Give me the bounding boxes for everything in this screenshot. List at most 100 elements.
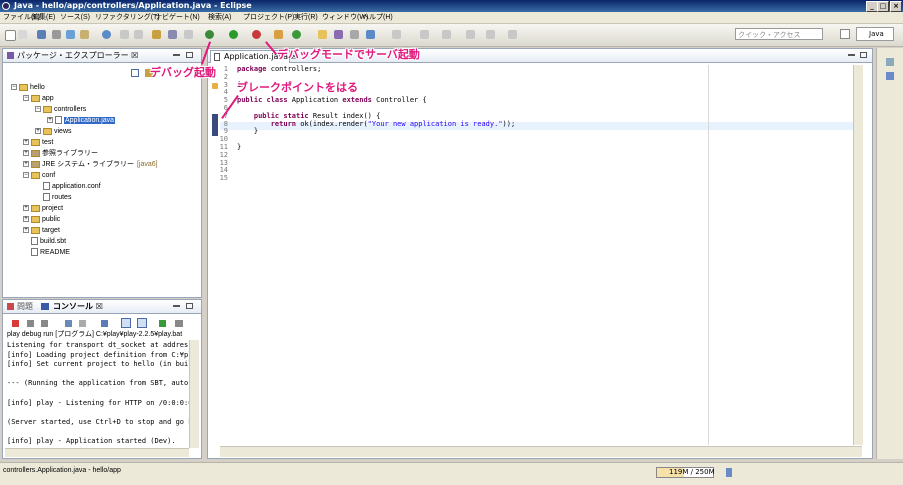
pin-icon[interactable]	[152, 30, 161, 39]
tree-item[interactable]: + target	[23, 226, 60, 236]
menu-item[interactable]: 実行(R)	[294, 12, 318, 23]
menu-item[interactable]: プロジェクト(P)	[243, 12, 294, 23]
nav-forward-icon[interactable]	[486, 30, 495, 39]
open-console-icon[interactable]	[137, 318, 147, 328]
minimize-view-icon[interactable]	[173, 54, 180, 56]
menu-item[interactable]: ヘルプ(H)	[362, 12, 393, 23]
collapse-all-icon[interactable]	[131, 69, 139, 77]
maximize-console-icon[interactable]	[186, 303, 193, 309]
clear-console-icon[interactable]	[79, 320, 86, 327]
edit-icon[interactable]	[366, 30, 375, 39]
tree-item[interactable]: build.sbt	[23, 237, 66, 247]
minimize-console-icon[interactable]	[173, 305, 180, 307]
back-icon[interactable]	[420, 30, 429, 39]
expand-toggle-icon[interactable]: +	[47, 117, 53, 124]
terminate-icon[interactable]	[12, 320, 19, 327]
tab-console[interactable]: コンソール ☒	[53, 301, 103, 312]
tasks-icon[interactable]	[80, 30, 89, 39]
editor-scrollbar[interactable]	[853, 65, 863, 445]
menu-item[interactable]: 検索(A)	[208, 12, 231, 23]
next-annotation-icon[interactable]	[120, 30, 129, 39]
tree-item[interactable]: + views	[35, 127, 72, 137]
search-icon[interactable]	[102, 30, 111, 39]
tree-item[interactable]: + Application.java	[47, 116, 116, 126]
outline-icon[interactable]	[886, 58, 894, 66]
folder-icon	[31, 171, 40, 179]
tree-item[interactable]: + test	[23, 138, 53, 148]
console-h-scrollbar[interactable]	[5, 448, 189, 457]
pin-console-icon[interactable]	[101, 320, 108, 327]
tree-item[interactable]: + 参照ライブラリー	[23, 149, 98, 159]
expand-toggle-icon[interactable]: +	[23, 205, 29, 212]
expand-toggle-icon[interactable]: −	[35, 106, 41, 113]
expand-toggle-icon[interactable]: +	[23, 227, 29, 234]
tree-item[interactable]: − controllers	[35, 105, 86, 115]
expand-toggle-icon[interactable]: +	[23, 161, 29, 168]
open-task-icon[interactable]	[334, 30, 343, 39]
annotation-debug-server: デバッグモードでサーバ起動	[277, 48, 420, 61]
task-list-icon[interactable]	[886, 72, 894, 80]
quick-access-input[interactable]: クイック・アクセス	[735, 28, 823, 40]
maximize-view-icon[interactable]	[186, 52, 193, 58]
scroll-lock-icon[interactable]	[65, 320, 72, 327]
new-console-icon[interactable]	[159, 320, 166, 327]
console-view-menu-icon[interactable]	[175, 320, 183, 327]
prev-annotation-icon[interactable]	[134, 30, 143, 39]
garbage-collect-icon[interactable]	[726, 468, 732, 477]
heap-status[interactable]: 119M / 250M	[656, 467, 715, 478]
problems-icon	[7, 303, 14, 310]
pin-editor-icon[interactable]	[508, 30, 517, 39]
tree-item[interactable]: application.conf	[35, 182, 101, 192]
console-scrollbar[interactable]	[189, 340, 199, 448]
open-file-icon[interactable]	[350, 30, 359, 39]
save-icon[interactable]	[37, 30, 46, 39]
toggle-breadcrumb-icon[interactable]	[168, 30, 177, 39]
mark-icon[interactable]	[184, 30, 193, 39]
tree-item[interactable]: − conf	[23, 171, 55, 181]
expand-toggle-icon[interactable]: −	[23, 172, 29, 179]
package-explorer-tab[interactable]: パッケージ・エクスプローラー ☒	[17, 50, 138, 61]
expand-toggle-icon[interactable]: +	[35, 128, 41, 135]
tree-item[interactable]: routes	[35, 193, 71, 203]
external-tools-icon[interactable]	[252, 30, 261, 39]
remove-all-icon[interactable]	[41, 320, 48, 327]
tree-item[interactable]: − app	[23, 94, 54, 104]
folder-icon	[31, 94, 40, 102]
tab-problems[interactable]: 問題	[17, 301, 33, 312]
expand-toggle-icon[interactable]: +	[23, 150, 29, 157]
menu-item[interactable]: 編集(E)	[32, 12, 55, 23]
open-perspective-icon[interactable]	[840, 29, 850, 39]
display-console-icon[interactable]	[121, 318, 131, 328]
menu-item[interactable]: ソース(S)	[60, 12, 90, 23]
debug-icon[interactable]	[205, 30, 214, 39]
new-java-project-icon[interactable]	[274, 30, 283, 39]
expand-toggle-icon[interactable]: +	[23, 216, 29, 223]
java-perspective-button[interactable]: Java	[856, 27, 894, 41]
forward-icon[interactable]	[442, 30, 451, 39]
tree-item[interactable]: − hello	[11, 83, 45, 93]
remove-launch-icon[interactable]	[27, 320, 34, 327]
tree-item[interactable]: + JRE システム・ライブラリー [java6]	[23, 160, 158, 170]
print-icon[interactable]	[52, 30, 61, 39]
tree-item[interactable]: README	[23, 248, 70, 258]
new-class-icon[interactable]	[292, 30, 301, 39]
menu-item[interactable]: リファクタリング(T)	[95, 12, 160, 23]
run-icon[interactable]	[229, 30, 238, 39]
open-type-icon[interactable]	[66, 30, 75, 39]
open-folder-icon[interactable]	[318, 30, 327, 39]
menu-item[interactable]: ナビゲート(N)	[155, 12, 200, 23]
new-icon[interactable]	[5, 30, 16, 41]
tree-item[interactable]: + project	[23, 204, 63, 214]
maximize-button[interactable]: □	[877, 1, 889, 12]
minimize-editor-icon[interactable]	[848, 54, 855, 56]
maximize-editor-icon[interactable]	[860, 52, 867, 58]
history-icon[interactable]	[466, 30, 475, 39]
new-dropdown-icon[interactable]	[18, 30, 27, 39]
editor-h-scrollbar[interactable]	[220, 446, 862, 457]
expand-toggle-icon[interactable]: −	[11, 84, 17, 91]
close-button[interactable]: ×	[890, 1, 902, 12]
expand-toggle-icon[interactable]: −	[23, 95, 29, 102]
expand-toggle-icon[interactable]: +	[23, 139, 29, 146]
next-edit-icon[interactable]	[392, 30, 401, 39]
tree-item[interactable]: + public	[23, 215, 60, 225]
